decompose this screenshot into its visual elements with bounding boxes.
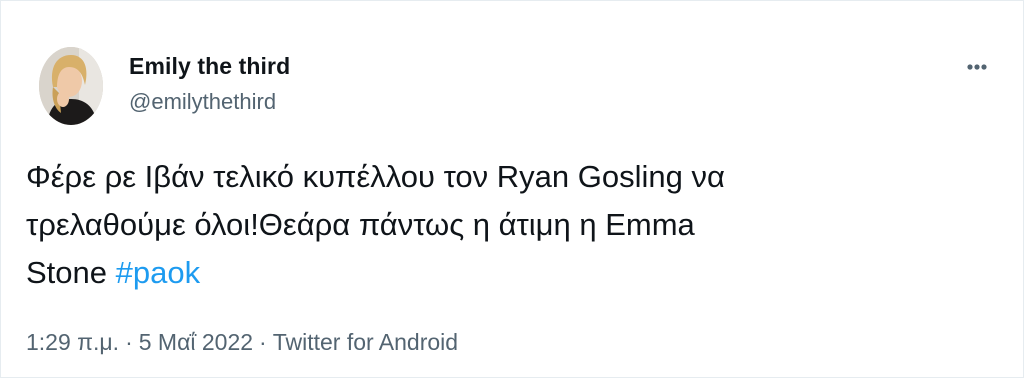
avatar-photo-icon bbox=[39, 47, 103, 125]
more-horizontal-icon bbox=[967, 64, 987, 70]
tweet-text-line: Stone #paok bbox=[26, 249, 986, 297]
separator: · bbox=[259, 329, 267, 355]
display-name[interactable]: Emily the third bbox=[129, 53, 290, 80]
tweet-date[interactable]: 5 Μαΐ 2022 bbox=[139, 329, 253, 355]
tweet-metadata: 1:29 π.μ. · 5 Μαΐ 2022 · Twitter for Android bbox=[26, 329, 458, 356]
tweet-time[interactable]: 1:29 π.μ. bbox=[26, 329, 119, 355]
tweet-text-line: τρελαθούμε όλοι!Θεάρα πάντως η άτιμη η E… bbox=[26, 207, 695, 242]
user-handle[interactable]: @emilythethird bbox=[129, 89, 276, 115]
avatar[interactable] bbox=[39, 47, 103, 125]
tweet-card: Emily the third @emilythethird Φέρε ρε Ι… bbox=[0, 0, 1024, 378]
tweet-source-link[interactable]: Twitter for Android bbox=[273, 329, 458, 355]
tweet-text-fragment: Stone bbox=[26, 255, 116, 290]
tweet-text-line: Φέρε ρε Ιβάν τελικό κυπέλλου τον Ryan Go… bbox=[26, 159, 725, 194]
separator: · bbox=[125, 329, 133, 355]
hashtag-link[interactable]: #paok bbox=[116, 255, 200, 290]
more-options-button[interactable] bbox=[955, 51, 999, 83]
tweet-text: Φέρε ρε Ιβάν τελικό κυπέλλου τον Ryan Go… bbox=[26, 153, 986, 297]
